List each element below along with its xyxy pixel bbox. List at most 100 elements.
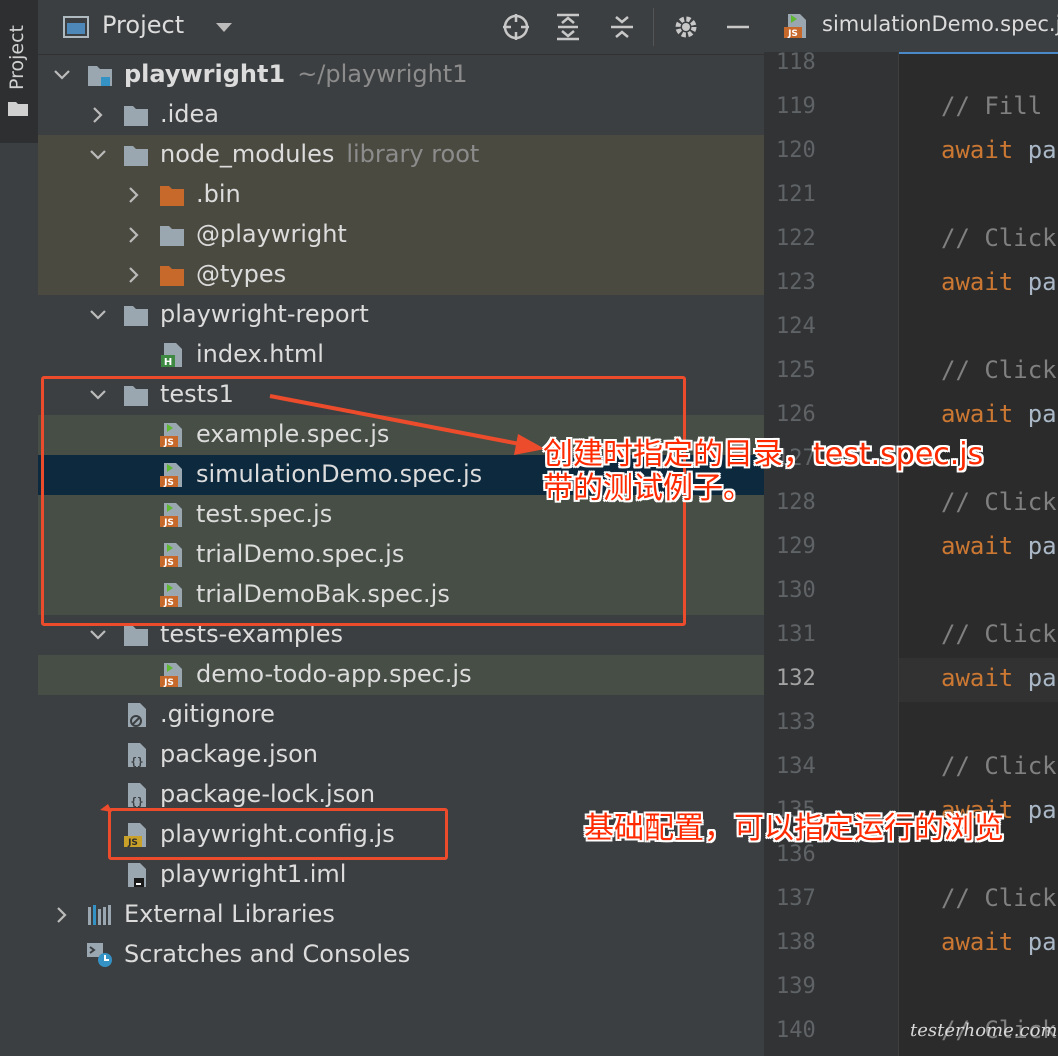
code-line-content: // Click <box>899 482 1058 526</box>
chevron-down-icon[interactable] <box>210 13 238 41</box>
expand-all-icon[interactable] <box>554 13 582 41</box>
code-line-content: await pa <box>899 922 1058 966</box>
tree-label: playwright1.iml <box>160 860 347 888</box>
code-line[interactable]: 123 await pa <box>764 262 1058 306</box>
chevron-right-icon[interactable] <box>88 105 108 125</box>
tree-label: @playwright <box>196 220 347 248</box>
tree-label: index.html <box>196 340 324 368</box>
line-number: 137 <box>776 886 816 911</box>
chevron-down-icon[interactable] <box>52 65 72 85</box>
code-text: await pa <box>941 136 1057 164</box>
js-test-file-icon: JS <box>784 14 806 39</box>
annotation-tests1-line1: 创建时指定的目录，test.spec.js <box>543 437 984 472</box>
code-line[interactable]: 120 await pa <box>764 130 1058 174</box>
code-line-content: await pa <box>899 658 1058 702</box>
code-line[interactable]: 139 <box>764 966 1058 1010</box>
code-line-content <box>899 702 1058 746</box>
code-line[interactable]: 124 <box>764 306 1058 350</box>
code-line-content: // Click <box>899 746 1058 790</box>
code-text: // Click <box>941 884 1057 912</box>
line-number: 132 <box>776 666 816 691</box>
folder-icon <box>8 102 28 116</box>
code-line[interactable]: 119 // Fill <box>764 86 1058 130</box>
library-icon <box>88 905 111 925</box>
tree-item-idea[interactable]: .idea <box>38 95 764 135</box>
line-number: 125 <box>776 358 816 383</box>
code-line[interactable]: 137 // Click <box>764 878 1058 922</box>
editor-tab-title: simulationDemo.spec.js <box>822 12 1058 36</box>
code-line[interactable]: 130 <box>764 570 1058 614</box>
project-tool-tab[interactable]: Project <box>0 0 38 143</box>
project-view-icon <box>63 16 89 38</box>
locate-icon[interactable] <box>502 13 530 41</box>
js-test-file-icon: JS <box>160 663 182 688</box>
chevron-right-icon[interactable] <box>52 905 72 925</box>
code-text: await pa <box>941 664 1057 692</box>
folder-icon <box>160 226 184 246</box>
minimize-icon[interactable] <box>724 13 752 41</box>
watermark: testerhome.com <box>910 1020 1058 1041</box>
excluded-folder-icon <box>160 266 184 286</box>
tree-item-playwright-report[interactable]: playwright-report <box>38 295 764 335</box>
tree-item-package-json[interactable]: {} package.json <box>38 735 764 775</box>
tree-item-at-playwright[interactable]: @playwright <box>38 215 764 255</box>
tree-item-gitignore[interactable]: .gitignore <box>38 695 764 735</box>
code-line[interactable]: 132 await pa <box>764 658 1058 702</box>
code-line[interactable]: 128 // Click <box>764 482 1058 526</box>
tree-item-external-libraries[interactable]: External Libraries <box>38 895 764 935</box>
code-line[interactable]: 126 await pa <box>764 394 1058 438</box>
tree-item-bin[interactable]: .bin <box>38 175 764 215</box>
tree-item-node-modules[interactable]: node_modules library root <box>38 135 764 175</box>
tree-label: package-lock.json <box>160 780 376 808</box>
code-text: await pa <box>941 532 1057 560</box>
tree-item-root[interactable]: playwright1 ~/playwright1 <box>38 55 764 95</box>
annotation-tests1-line2: 带的测试例子。 <box>543 471 753 506</box>
code-line-content <box>899 42 1058 86</box>
annotation-box-config <box>108 808 448 860</box>
folder-icon <box>124 106 148 126</box>
code-line-content: // Click <box>899 218 1058 262</box>
line-number: 133 <box>776 710 816 735</box>
tree-label: playwright-report <box>160 300 369 328</box>
code-line-content: await pa <box>899 526 1058 570</box>
tree-label: package.json <box>160 740 319 768</box>
tree-item-at-types[interactable]: @types <box>38 255 764 295</box>
code-line[interactable]: 118 <box>764 42 1058 86</box>
tree-item-index-html[interactable]: H index.html <box>38 335 764 375</box>
code-line[interactable]: 131 // Click <box>764 614 1058 658</box>
tree-label: .bin <box>196 180 241 208</box>
gear-icon[interactable] <box>672 13 700 41</box>
chevron-down-icon[interactable] <box>88 305 108 325</box>
iml-file-icon <box>128 863 146 887</box>
collapse-all-icon[interactable] <box>608 13 636 41</box>
code-editor: JS simulationDemo.spec.js 118 119// Fill 1… <box>764 0 1058 1056</box>
line-number: 131 <box>776 622 816 647</box>
json-file-icon: {} <box>128 783 146 808</box>
chevron-right-icon[interactable] <box>124 185 144 205</box>
code-line[interactable]: 125 // Click <box>764 350 1058 394</box>
code-line[interactable]: 134 // Click <box>764 746 1058 790</box>
code-text: await pa <box>941 400 1057 428</box>
tree-label: .gitignore <box>160 700 275 728</box>
code-line[interactable]: 122 // Click <box>764 218 1058 262</box>
tree-item-scratches[interactable]: Scratches and Consoles <box>38 935 764 975</box>
code-line[interactable]: 138 await pa <box>764 922 1058 966</box>
tool-window-strip: Project <box>0 0 39 1056</box>
chevron-right-icon[interactable] <box>124 265 144 285</box>
tree-label: Scratches and Consoles <box>124 940 411 968</box>
line-number: 119 <box>776 94 816 119</box>
tree-item-todo-spec[interactable]: JS demo-todo-app.spec.js <box>38 655 764 695</box>
code-line[interactable]: 129 await pa <box>764 526 1058 570</box>
code-line[interactable]: 121 <box>764 174 1058 218</box>
line-number: 123 <box>776 270 816 295</box>
line-number: 124 <box>776 314 816 339</box>
project-view-title[interactable]: Project <box>102 11 184 39</box>
tree-item-iml[interactable]: playwright1.iml <box>38 855 764 895</box>
svg-text:JS: JS <box>163 678 174 688</box>
code-line[interactable]: 133 <box>764 702 1058 746</box>
code-text: // Click <box>941 224 1057 252</box>
chevron-right-icon[interactable] <box>124 225 144 245</box>
chevron-down-icon[interactable] <box>88 625 108 645</box>
ignore-file-icon <box>128 703 146 727</box>
chevron-down-icon[interactable] <box>88 145 108 165</box>
